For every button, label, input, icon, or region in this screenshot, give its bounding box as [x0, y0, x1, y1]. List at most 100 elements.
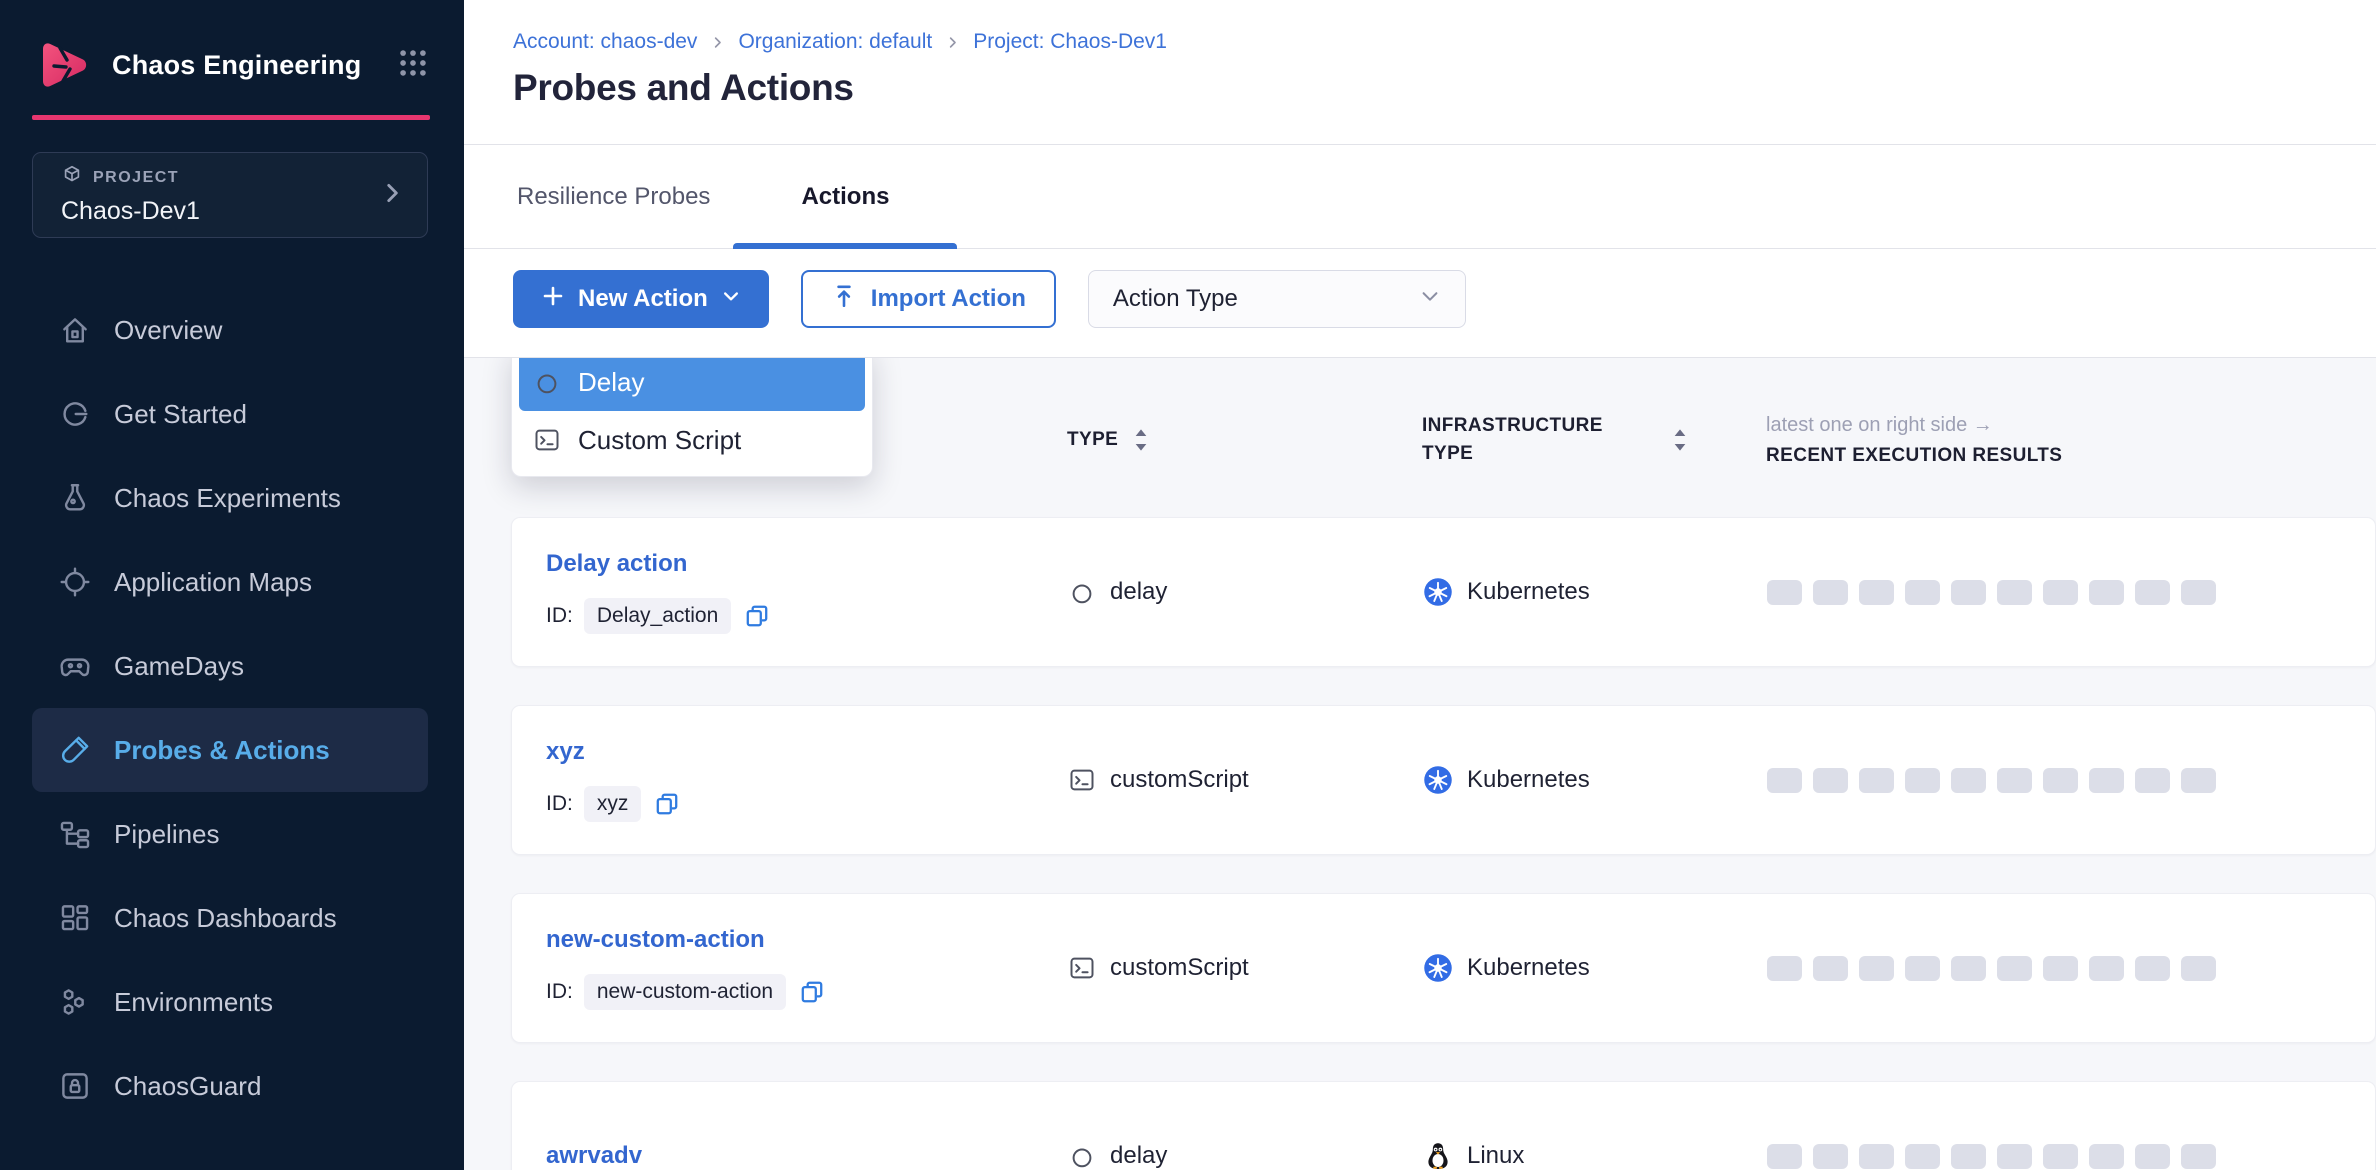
chevron-down-icon: [721, 285, 741, 313]
stopwatch-icon: [533, 368, 561, 396]
sidebar-item-get-started[interactable]: Get Started: [32, 372, 428, 456]
copy-id-button[interactable]: [654, 791, 680, 817]
get-started-icon: [58, 397, 92, 431]
kubernetes-icon: [1423, 765, 1453, 795]
execution-result-placeholder: [1767, 1144, 1802, 1169]
execution-result-placeholder: [1951, 768, 1986, 793]
action-type-select[interactable]: Action Type: [1088, 270, 1466, 328]
action-type-cell: customScript: [1068, 766, 1423, 794]
breadcrumb-link[interactable]: Organization: default: [738, 30, 932, 54]
dashboard-icon: [58, 901, 92, 935]
terminal-icon: [1068, 766, 1096, 794]
sidebar-item-label: Get Started: [114, 399, 247, 430]
execution-result-placeholder: [2135, 1144, 2170, 1169]
sidebar-item-gamedays[interactable]: GameDays: [32, 624, 428, 708]
main-content: Account: chaos-dev Organization: default P…: [464, 0, 2376, 1170]
breadcrumb: Account: chaos-dev Organization: default P…: [513, 30, 2376, 54]
execution-result-placeholder: [1859, 1144, 1894, 1169]
execution-result-placeholder: [1859, 768, 1894, 793]
tab-actions[interactable]: Actions: [733, 145, 957, 248]
terminal-icon: [1068, 954, 1096, 982]
execution-result-placeholder: [1997, 1144, 2032, 1169]
page-header: Account: chaos-dev Organization: default P…: [464, 0, 2376, 144]
action-id-line: ID:xyz: [546, 786, 1068, 822]
action-name-cell: Delay actionID:Delay_action: [546, 550, 1068, 634]
action-id-value: Delay_action: [584, 598, 731, 634]
action-name-link[interactable]: new-custom-action: [546, 926, 1068, 954]
copy-id-button[interactable]: [744, 603, 770, 629]
import-action-button[interactable]: Import Action: [801, 270, 1056, 328]
actions-table-area: DelayCustom Script TYPE INFRASTRUCTURE T…: [464, 358, 2376, 1170]
recent-execution-results: [1767, 768, 2375, 793]
copy-icon: [654, 791, 680, 817]
table-header-type: TYPE: [1067, 428, 1422, 452]
sort-icon[interactable]: [1133, 428, 1149, 452]
infrastructure-cell: Kubernetes: [1423, 765, 1767, 795]
copy-id-button[interactable]: [799, 979, 825, 1005]
hexagons-icon: [58, 985, 92, 1019]
sidebar-item-label: GameDays: [114, 651, 244, 682]
sidebar-item-overview[interactable]: Overview: [32, 288, 428, 372]
infrastructure-cell: Kubernetes: [1423, 953, 1767, 983]
action-row: awrvadvdelayLinux: [511, 1081, 2376, 1170]
new-action-dropdown-menu: DelayCustom Script: [511, 358, 873, 477]
new-action-button[interactable]: New Action: [513, 270, 769, 328]
execution-result-placeholder: [2135, 580, 2170, 605]
recent-execution-results: [1767, 1144, 2375, 1169]
action-type-cell: delay: [1068, 1142, 1423, 1170]
execution-result-placeholder: [1813, 1144, 1848, 1169]
project-switcher[interactable]: PROJECT Chaos-Dev1: [32, 152, 428, 238]
execution-result-placeholder: [2089, 1144, 2124, 1169]
app-title: Chaos Engineering: [112, 50, 361, 81]
brand-row: Chaos Engineering: [0, 0, 464, 90]
stopwatch-icon: [1068, 1142, 1096, 1170]
sort-icon[interactable]: [1672, 428, 1688, 452]
upload-icon: [831, 283, 857, 316]
app-switcher-grid-icon[interactable]: [396, 46, 430, 85]
action-name-link[interactable]: xyz: [546, 738, 1068, 766]
sidebar-item-label: Pipelines: [114, 819, 220, 850]
sidebar-item-chaos-experiments[interactable]: Chaos Experiments: [32, 456, 428, 540]
execution-result-placeholder: [1767, 580, 1802, 605]
execution-result-placeholder: [2089, 768, 2124, 793]
sidebar-item-chaos-dashboards[interactable]: Chaos Dashboards: [32, 876, 428, 960]
recent-execution-results: [1767, 580, 2375, 605]
breadcrumb-link[interactable]: Project: Chaos-Dev1: [973, 30, 1167, 54]
results-hint: latest one on right side →: [1766, 414, 2376, 437]
execution-result-placeholder: [1859, 580, 1894, 605]
execution-result-placeholder: [1767, 768, 1802, 793]
kubernetes-icon: [1423, 953, 1453, 983]
action-name-link[interactable]: awrvadv: [546, 1142, 1068, 1170]
execution-result-placeholder: [2135, 956, 2170, 981]
chaos-engineering-logo-icon: [38, 40, 92, 90]
menu-item-custom-script[interactable]: Custom Script: [519, 411, 865, 469]
sidebar-item-pipelines[interactable]: Pipelines: [32, 792, 428, 876]
infrastructure-cell: Kubernetes: [1423, 577, 1767, 607]
execution-result-placeholder: [1951, 1144, 1986, 1169]
action-id-value: new-custom-action: [584, 974, 786, 1010]
action-name-cell: xyz ID:xyz: [546, 738, 1068, 822]
sidebar-item-chaosguard[interactable]: ChaosGuard: [32, 1044, 428, 1128]
breadcrumb-link[interactable]: Account: chaos-dev: [513, 30, 697, 54]
sidebar-item-label: Application Maps: [114, 567, 312, 598]
sidebar-item-probes-actions[interactable]: Probes & Actions: [32, 708, 428, 792]
execution-result-placeholder: [1859, 956, 1894, 981]
execution-result-placeholder: [1951, 580, 1986, 605]
actions-list: Delay actionID:Delay_actiondelayKubernet…: [464, 517, 2376, 1170]
menu-item-delay[interactable]: Delay: [519, 358, 865, 411]
action-type-cell: delay: [1068, 578, 1423, 606]
sidebar-item-label: Chaos Dashboards: [114, 903, 337, 934]
action-name-link[interactable]: Delay action: [546, 550, 1068, 578]
home-icon: [58, 313, 92, 347]
sidebar-item-environments[interactable]: Environments: [32, 960, 428, 1044]
shield-lock-icon: [58, 1069, 92, 1103]
action-row: new-custom-actionID:new-custom-actioncus…: [511, 893, 2376, 1043]
project-label: PROJECT: [93, 169, 179, 187]
action-row: Delay actionID:Delay_actiondelayKubernet…: [511, 517, 2376, 667]
project-box-icon: [61, 164, 83, 191]
infrastructure-cell: Linux: [1423, 1141, 1767, 1170]
execution-result-placeholder: [2089, 580, 2124, 605]
tab-resilience-probes[interactable]: Resilience Probes: [513, 145, 714, 248]
sidebar-item-label: Probes & Actions: [114, 735, 330, 766]
sidebar-item-application-maps[interactable]: Application Maps: [32, 540, 428, 624]
